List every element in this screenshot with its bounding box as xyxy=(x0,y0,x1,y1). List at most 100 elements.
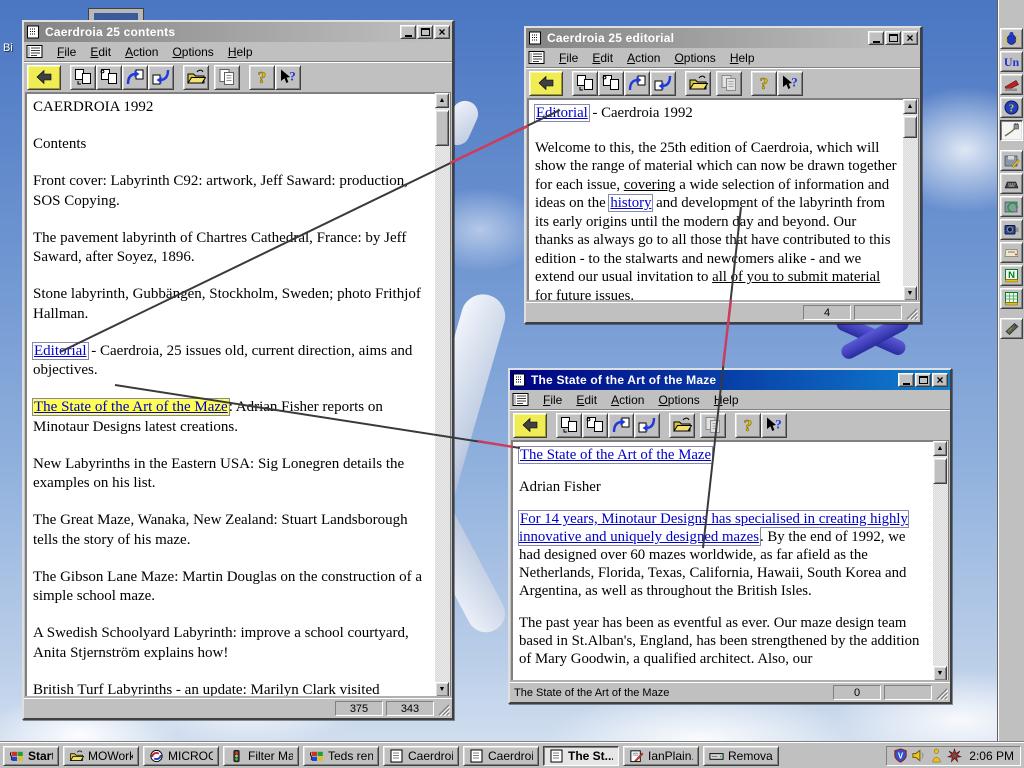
hyperlink[interactable]: The State of the Art of the Maze xyxy=(32,398,230,416)
context-help-button[interactable] xyxy=(275,64,301,90)
scroll-up-button[interactable]: ▲ xyxy=(903,99,917,114)
copy-up-button[interactable] xyxy=(96,64,122,90)
hyperlink[interactable]: Editorial xyxy=(534,104,590,122)
document-icon[interactable] xyxy=(528,31,544,45)
open-folder-button[interactable] xyxy=(685,70,711,96)
menu-edit[interactable]: Edit xyxy=(83,43,118,61)
card-reader-icon[interactable] xyxy=(1000,242,1023,263)
taskbar-button-caerdroia-1[interactable]: Caerdroia... xyxy=(383,745,459,766)
minimize-button[interactable] xyxy=(898,373,914,387)
menu-file[interactable]: File xyxy=(536,391,569,409)
disk-refresh-icon[interactable] xyxy=(1000,196,1023,217)
menu-options[interactable]: Options xyxy=(651,391,706,409)
maximize-button[interactable] xyxy=(885,31,901,45)
help-button[interactable] xyxy=(735,412,761,438)
taskbar-button-ianplain[interactable]: IanPlain.... xyxy=(623,745,699,766)
notebook-icon[interactable] xyxy=(512,392,530,407)
scheduler-person-icon[interactable] xyxy=(929,748,944,763)
exit-button[interactable] xyxy=(529,70,563,96)
desktop-icon-label[interactable]: Bi xyxy=(3,42,13,54)
pcmcia-card-icon[interactable] xyxy=(1000,318,1023,339)
menu-help[interactable]: Help xyxy=(221,43,260,61)
scrollbar-thumb[interactable] xyxy=(903,116,917,138)
resize-grip[interactable] xyxy=(905,307,919,321)
document-icon[interactable] xyxy=(26,25,42,39)
taskbar-button-filter-manager[interactable]: Filter Man... xyxy=(223,745,299,766)
organizer-app-icon[interactable] xyxy=(1000,288,1023,309)
copy-down-button[interactable] xyxy=(70,64,96,90)
menu-options[interactable]: Options xyxy=(667,49,722,67)
copy-up-button[interactable] xyxy=(598,70,624,96)
copy-down-button[interactable] xyxy=(572,70,598,96)
maximize-button[interactable] xyxy=(417,25,433,39)
taskbar-button-the-state[interactable]: The St... xyxy=(543,745,619,766)
volume-icon[interactable] xyxy=(911,748,926,763)
minimize-button[interactable] xyxy=(868,31,884,45)
menu-action[interactable]: Action xyxy=(620,49,667,67)
close-button[interactable]: × xyxy=(902,31,918,45)
camera-monitor-icon[interactable] xyxy=(1000,219,1023,240)
clock[interactable]: 2:06 PM xyxy=(969,749,1014,763)
plug-cable-icon[interactable] xyxy=(1000,120,1023,141)
menu-edit[interactable]: Edit xyxy=(569,391,604,409)
titlebar[interactable]: The State of the Art of the Maze × xyxy=(510,370,950,390)
open-folder-button[interactable] xyxy=(669,412,695,438)
copy-down-button[interactable] xyxy=(556,412,582,438)
menu-file[interactable]: File xyxy=(50,43,83,61)
stapler-icon[interactable] xyxy=(1000,74,1023,95)
exit-button[interactable] xyxy=(513,412,547,438)
scroll-down-button[interactable]: ▼ xyxy=(933,666,947,681)
help-button[interactable] xyxy=(249,64,275,90)
jump-forward-button[interactable] xyxy=(148,64,174,90)
menu-action[interactable]: Action xyxy=(118,43,165,61)
disk-write-icon[interactable] xyxy=(1000,150,1023,171)
user-question-icon[interactable] xyxy=(1000,97,1023,118)
notes-app-icon[interactable] xyxy=(1000,265,1023,286)
taskbar-button-removable[interactable]: Removab... xyxy=(703,745,779,766)
taskbar-button-moworks[interactable]: MOWorks xyxy=(63,745,139,766)
vertical-scrollbar[interactable]: ▲ ▼ xyxy=(903,98,919,302)
scroll-up-button[interactable]: ▲ xyxy=(933,441,947,456)
copy-up-button[interactable] xyxy=(582,412,608,438)
vertical-scrollbar[interactable]: ▲ ▼ xyxy=(933,440,949,682)
jump-forward-button[interactable] xyxy=(634,412,660,438)
context-help-button[interactable] xyxy=(777,70,803,96)
resize-grip[interactable] xyxy=(437,703,451,717)
menu-help[interactable]: Help xyxy=(723,49,762,67)
menu-edit[interactable]: Edit xyxy=(585,49,620,67)
titlebar[interactable]: Caerdroia 25 contents × xyxy=(24,22,452,42)
maximize-button[interactable] xyxy=(915,373,931,387)
taskbar-button-caerdroia-2[interactable]: Caerdroia... xyxy=(463,745,539,766)
hyperlink[interactable]: history xyxy=(608,194,654,212)
start-button[interactable]: Start xyxy=(3,745,59,766)
document-icon[interactable] xyxy=(512,373,528,387)
titlebar[interactable]: Caerdroia 25 editorial × xyxy=(526,28,920,48)
copy-pages-button[interactable] xyxy=(700,412,726,438)
close-button[interactable]: × xyxy=(434,25,450,39)
scroll-up-button[interactable]: ▲ xyxy=(435,93,449,108)
jump-back-button[interactable] xyxy=(122,64,148,90)
scrollbar-thumb[interactable] xyxy=(933,458,947,484)
vertical-scrollbar[interactable]: ▲ ▼ xyxy=(435,92,451,698)
hyperlink[interactable]: The State of the Art of the Maze xyxy=(517,446,714,464)
minimize-button[interactable] xyxy=(400,25,416,39)
copy-pages-button[interactable] xyxy=(716,70,742,96)
context-help-button[interactable] xyxy=(761,412,787,438)
close-button[interactable]: × xyxy=(932,373,948,387)
virus-burst-icon[interactable] xyxy=(947,748,962,763)
bug-icon[interactable] xyxy=(1000,28,1023,49)
jump-back-button[interactable] xyxy=(608,412,634,438)
menu-help[interactable]: Help xyxy=(707,391,746,409)
scrollbar-thumb[interactable] xyxy=(435,110,449,146)
resize-grip[interactable] xyxy=(935,687,949,701)
hyperlink[interactable]: Editorial xyxy=(32,341,89,360)
notebook-icon[interactable] xyxy=(528,50,546,65)
jump-back-button[interactable] xyxy=(624,70,650,96)
open-folder-button[interactable] xyxy=(183,64,209,90)
copy-pages-button[interactable] xyxy=(214,64,240,90)
scroll-down-button[interactable]: ▼ xyxy=(903,286,917,301)
keyboard-icon[interactable] xyxy=(1000,173,1023,194)
un-letters-icon[interactable] xyxy=(1000,51,1023,72)
scroll-down-button[interactable]: ▼ xyxy=(435,682,449,697)
menu-options[interactable]: Options xyxy=(165,43,220,61)
